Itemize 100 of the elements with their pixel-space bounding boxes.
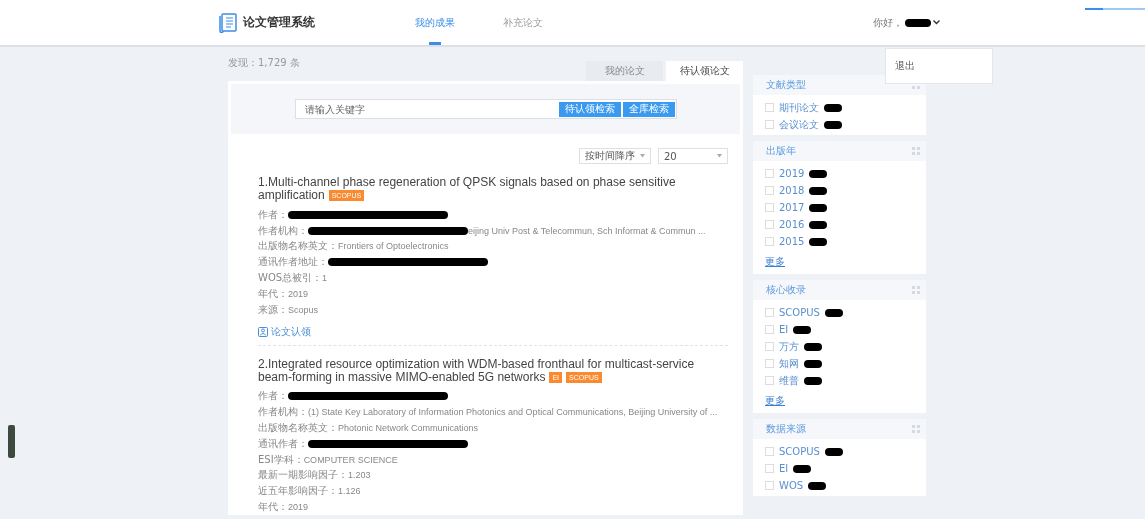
filter-option[interactable]: 2017 (779, 202, 805, 213)
view-tab[interactable]: 我的论文 (586, 61, 663, 81)
filter-option[interactable]: 知网 (779, 356, 799, 371)
field-label: 最新一期影响因子： (258, 468, 348, 483)
checkbox[interactable] (765, 103, 774, 112)
field-value: (1) State Key Laboratory of Information Photonics and Optical Communications, Beijing University of ... (308, 407, 718, 418)
redaction-mark (809, 237, 828, 246)
search-field[interactable]: 请输入关键字 待认领检索 全库检索 (294, 99, 677, 119)
result-count: 发现：1,729 条 (228, 56, 300, 70)
side-handle[interactable] (8, 425, 15, 458)
claim-link[interactable]: 论文认领 (271, 324, 311, 339)
field-value: 1.126 (338, 486, 361, 497)
field-label: ESI学科： (258, 452, 304, 467)
chevron-down-icon[interactable] (933, 20, 940, 25)
field-value: COMPUTER SCIENCE (303, 454, 398, 465)
field-value: 2019 (288, 288, 309, 299)
field-label: 来源： (258, 302, 288, 317)
redaction-mark (804, 376, 822, 385)
search-button[interactable]: 全库检索 (622, 101, 675, 117)
logout-item[interactable]: 退出 (895, 59, 915, 73)
checkbox[interactable] (765, 359, 774, 368)
checkbox[interactable] (765, 447, 774, 456)
field-value: 2019 (288, 502, 309, 513)
filter-option[interactable]: 2019 (779, 168, 805, 179)
field-label: 出版物名称英文： (258, 421, 338, 436)
document-icon (219, 12, 237, 33)
checkbox[interactable] (765, 464, 774, 473)
filter-header[interactable]: 数据来源 (753, 419, 926, 439)
checkbox[interactable] (765, 342, 774, 351)
field-label: WOS总被引： (258, 271, 323, 286)
accent-line (1085, 8, 1145, 10)
filter-option[interactable]: 维普 (779, 373, 799, 388)
redaction-mark (793, 325, 812, 334)
redaction-mark (793, 464, 812, 473)
redaction-mark (804, 342, 822, 351)
redaction-mark (824, 103, 842, 112)
page-size-select[interactable]: 20 (658, 148, 728, 164)
checkbox[interactable] (765, 186, 774, 195)
field-label: 年代： (258, 286, 288, 301)
filter-option[interactable]: EI (779, 463, 789, 474)
checkbox[interactable] (765, 376, 774, 385)
filter-option[interactable]: SCOPUS (779, 307, 820, 318)
checkbox[interactable] (765, 120, 774, 129)
grid-icon[interactable] (912, 147, 920, 155)
checkbox[interactable] (765, 169, 774, 178)
more-link[interactable]: 更多 (765, 255, 785, 269)
redaction-mark (809, 220, 828, 229)
field-label: 作者机构： (258, 405, 308, 420)
redaction-mark (809, 203, 828, 212)
checkbox[interactable] (765, 203, 774, 212)
filter-option[interactable]: SCOPUS (779, 446, 820, 457)
nav-tab[interactable]: 补充论文 (499, 0, 547, 45)
redaction-mark (905, 18, 931, 27)
filter-option[interactable]: 2018 (779, 185, 805, 196)
field-value: 1.203 (348, 470, 371, 481)
app-title: 论文管理系统 (243, 14, 315, 31)
filter-option[interactable]: 期刊论文 (779, 100, 819, 115)
filter-option[interactable]: WOS (779, 480, 804, 491)
claim-icon (258, 326, 268, 337)
greeting: 你好， (873, 15, 903, 30)
checkbox[interactable] (765, 325, 774, 334)
checkbox[interactable] (765, 220, 774, 229)
view-tab[interactable]: 待认领论文 (666, 61, 743, 81)
field-label: 通讯作者： (258, 436, 308, 451)
redaction-mark (804, 359, 822, 368)
filter-header[interactable]: 出版年 (753, 141, 926, 161)
redaction-mark (809, 186, 828, 195)
sort-select[interactable]: 按时间降序 (579, 148, 651, 164)
caret-icon[interactable] (717, 154, 722, 158)
filter-header[interactable]: 核心收录 (753, 280, 926, 300)
field-value: eijing Univ Post & Telecommun, Sch Informat & Commun ... (468, 225, 706, 236)
checkbox[interactable] (765, 237, 774, 246)
field-value: Scopus (288, 304, 319, 315)
field-value: Frontiers of Optoelectronics (338, 241, 449, 252)
field-label: 通讯作者地址： (258, 255, 328, 270)
field-label: 作者机构： (258, 223, 308, 238)
redaction-mark (809, 169, 828, 178)
more-link[interactable]: 更多 (765, 394, 785, 408)
redaction-mark (824, 120, 842, 129)
filter-option[interactable]: EI (779, 324, 789, 335)
field-label: 出版物名称英文： (258, 239, 338, 254)
checkbox[interactable] (765, 481, 774, 490)
redaction-mark (808, 481, 827, 490)
field-label: 作者： (258, 389, 288, 404)
field-label: 年代： (258, 500, 288, 515)
grid-icon[interactable] (912, 286, 920, 294)
filter-option[interactable]: 万方 (779, 339, 799, 354)
caret-icon[interactable] (640, 154, 645, 158)
field-label: 近五年影响因子： (258, 484, 338, 499)
filter-option[interactable]: 2015 (779, 236, 805, 247)
search-button[interactable]: 待认领检索 (558, 101, 621, 117)
redaction-mark (824, 308, 843, 317)
filter-option[interactable]: 2016 (779, 219, 805, 230)
checkbox[interactable] (765, 308, 774, 317)
field-label: 作者： (258, 207, 288, 222)
grid-icon[interactable] (912, 425, 920, 433)
nav-tab[interactable]: 我的成果 (411, 0, 459, 45)
field-value: 1 (322, 273, 328, 284)
filter-option[interactable]: 会议论文 (779, 117, 819, 132)
field-value: Photonic Network Communications (338, 423, 479, 434)
